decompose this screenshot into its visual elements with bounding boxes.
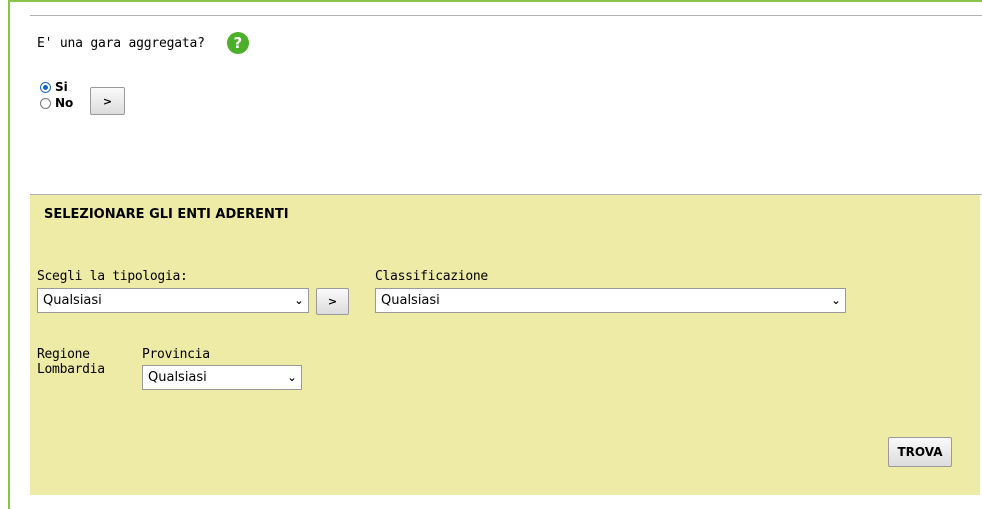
tipologia-next-button[interactable]: > (316, 288, 349, 315)
classificazione-label: Classificazione (375, 269, 488, 284)
help-icon[interactable]: ? (226, 32, 249, 54)
frame-left-border (8, 0, 10, 509)
frame-top-border (8, 0, 982, 2)
regione-label: Regione Lombardia (37, 347, 105, 377)
trova-button[interactable]: TROVA (888, 437, 952, 467)
provincia-label: Provincia (142, 347, 210, 362)
regione-label-line1: Regione (37, 347, 90, 362)
provincia-value: Qualsiasi (148, 370, 207, 385)
tipologia-value: Qualsiasi (43, 293, 102, 308)
radio-option-si[interactable]: Si (40, 79, 86, 95)
top-divider (30, 15, 982, 16)
chevron-down-icon: ⌄ (294, 294, 304, 307)
provincia-select[interactable]: Qualsiasi ⌄ (142, 365, 302, 390)
radio-no[interactable] (40, 97, 51, 109)
chevron-down-icon: ⌄ (287, 371, 297, 384)
radio-si[interactable] (40, 81, 51, 93)
aggregata-next-button[interactable]: > (90, 87, 125, 115)
radio-no-label: No (55, 96, 74, 110)
classificazione-select[interactable]: Qualsiasi ⌄ (375, 288, 846, 313)
tipologia-label: Scegli la tipologia: (37, 269, 188, 284)
aggregata-question-text: E' una gara aggregata? (37, 35, 205, 51)
tipologia-select[interactable]: Qualsiasi ⌄ (37, 288, 309, 313)
aggregata-question: E' una gara aggregata? ? (37, 32, 249, 54)
classificazione-value: Qualsiasi (381, 293, 440, 308)
aggregata-radio-group: Si No (40, 79, 86, 111)
regione-label-line2: Lombardia (37, 362, 105, 377)
radio-option-no[interactable]: No (40, 95, 86, 111)
chevron-down-icon: ⌄ (831, 294, 841, 307)
enti-title: SELEZIONARE GLI ENTI ADERENTI (44, 207, 289, 222)
radio-si-label: Si (55, 80, 68, 94)
enti-panel (30, 195, 980, 495)
